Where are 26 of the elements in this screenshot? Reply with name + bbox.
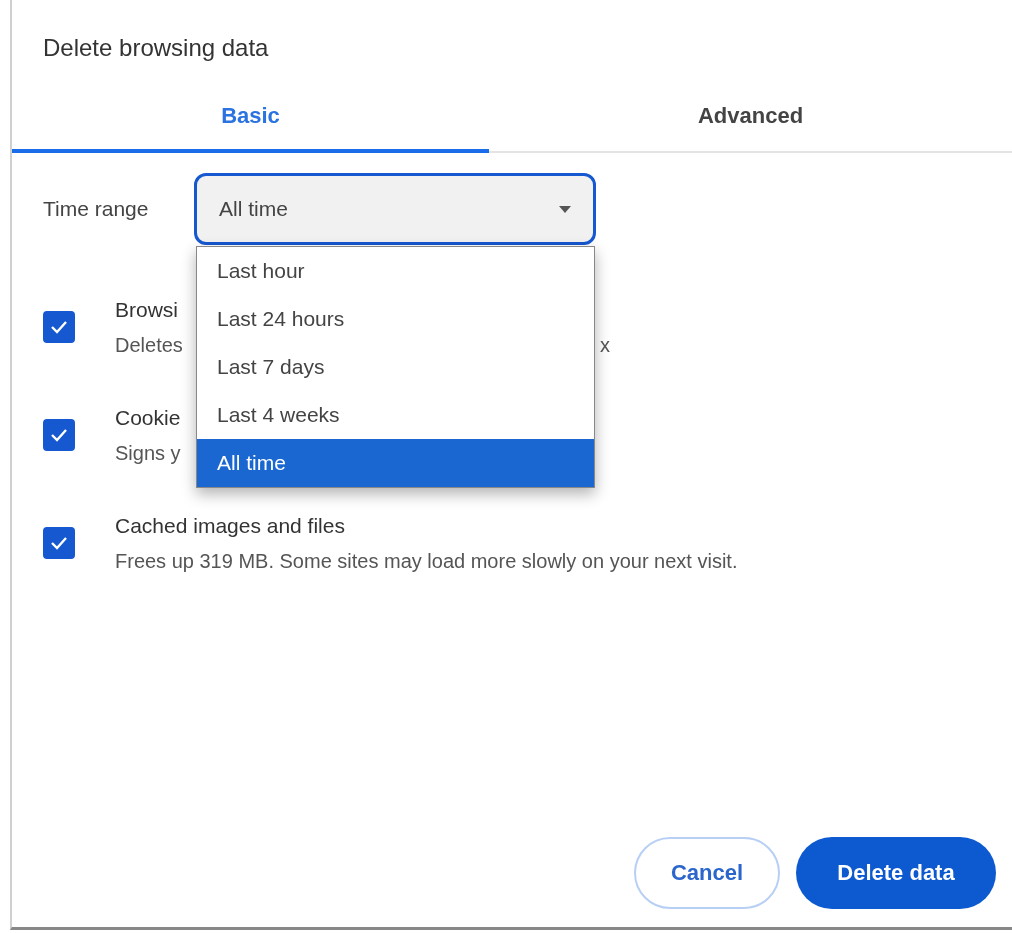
item-title: Cached images and files [115, 513, 345, 539]
dialog-title: Delete browsing data [42, 33, 270, 63]
cancel-button[interactable]: Cancel [634, 837, 780, 909]
item-description: Signs y [115, 441, 181, 466]
caret-icon [559, 205, 571, 213]
dropdown-option[interactable]: Last 7 days [197, 343, 594, 391]
item-title: Browsi [115, 297, 178, 323]
tab[interactable]: Basic [12, 96, 489, 153]
time-range-label: Time range [43, 197, 150, 221]
checkbox[interactable] [43, 527, 75, 559]
check-icon [50, 428, 68, 442]
dropdown-option[interactable]: Last 4 weeks [197, 391, 594, 439]
dropdown-option[interactable]: Last 24 hours [197, 295, 594, 343]
item-description: x [600, 333, 610, 358]
item-description: Frees up 319 MB. Some sites may load more slowly on your next visit. [115, 549, 738, 574]
checkbox[interactable] [43, 419, 75, 451]
dropdown-option[interactable]: All time [197, 439, 594, 487]
delete-button[interactable]: Delete data [796, 837, 996, 909]
tab[interactable]: Advanced [489, 96, 1012, 153]
time-range-select[interactable]: All time [194, 173, 596, 245]
item-description: Deletes [115, 333, 183, 358]
check-icon [50, 320, 68, 334]
checkbox[interactable] [43, 311, 75, 343]
item-title: Cookie [115, 405, 181, 431]
dropdown-option[interactable]: Last hour [197, 247, 594, 295]
check-icon [50, 536, 68, 550]
